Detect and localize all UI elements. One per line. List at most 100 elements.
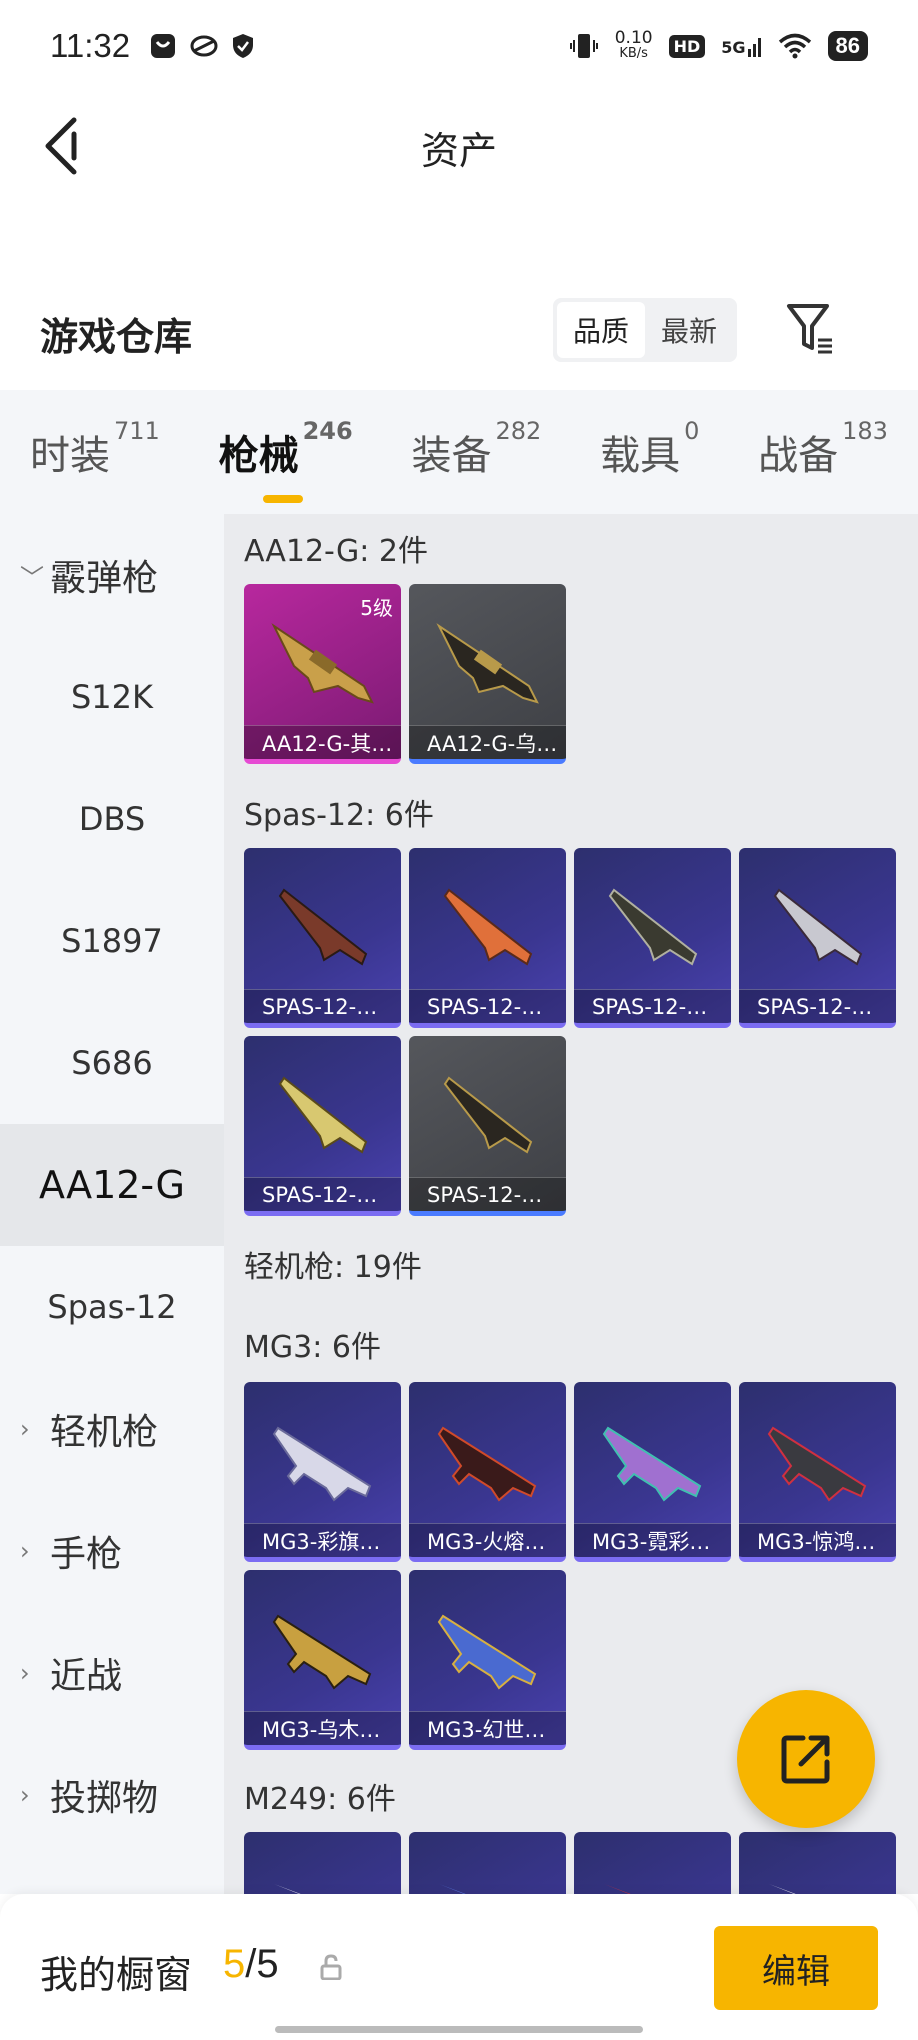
tab-fashion[interactable]: 时装711 [30,417,160,481]
sidebar-item-label: Spas-12 [47,1288,177,1326]
showcase-total: 5 [256,1942,279,1986]
section-title: AA12-G: 2件 [244,534,428,569]
sort-newest-button[interactable]: 最新 [645,302,733,358]
weapon-icon [602,1426,702,1502]
showcase-separator: / [245,1942,257,1986]
sidebar-item-label: S1897 [61,922,163,960]
item-card[interactable]: MG3-乌木… [244,1570,401,1750]
item-card[interactable]: MG3-霓彩… [574,1382,731,1562]
filter-icon[interactable] [786,302,836,358]
item-card[interactable]: SPAS-12-… [244,1036,401,1216]
chevron-right-icon: › [20,1659,30,1687]
sidebar-item-throwable[interactable]: › 投掷物 [0,1734,224,1856]
item-card[interactable]: MG3-火熔… [409,1382,566,1562]
item-card[interactable]: SPAS-12-… [409,1036,566,1216]
chevron-right-icon: › [20,1415,30,1443]
sort-quality-button[interactable]: 品质 [557,302,645,358]
item-name: AA12-G-乌… [409,725,566,759]
weapon-icon [439,1884,499,1894]
sidebar-item-label: 霰弹枪 [50,558,159,599]
item-card[interactable]: MG3-惊鸿… [739,1382,896,1562]
tab-label: 装备 [411,433,492,479]
weapon-icon [436,623,539,704]
share-button[interactable] [737,1690,875,1828]
net-speed-value: 0.10 [614,28,653,48]
sidebar-item-s686[interactable]: S686 [0,1002,224,1124]
sidebar-item-lmg[interactable]: › 轻机枪 [0,1368,224,1490]
weapon-icon [278,1076,368,1154]
sidebar-item-s12k[interactable]: S12K [0,636,224,758]
weapon-icon [604,1884,664,1894]
item-name: MG3-乌木… [244,1711,401,1745]
tab-equipment[interactable]: 装备282 [411,417,541,481]
weapon-sidebar: ﹀ 霰弹枪 S12K DBS S1897 S686 AA12-G Spas-12 … [0,514,224,1894]
item-card[interactable]: SPAS-12-… [574,848,731,1028]
section-title: MG3: 6件 [244,1330,381,1365]
shield-icon [233,34,254,58]
net-speed: 0.10 KB/s [615,30,653,62]
item-card[interactable] [739,1832,896,1894]
item-card[interactable]: MG3-幻世… [409,1570,566,1750]
sidebar-item-dbs[interactable]: DBS [0,758,224,880]
item-name: SPAS-12-… [409,1177,566,1211]
weapon-icon [773,888,863,966]
sort-toggle: 品质 最新 [553,298,737,362]
sidebar-item-pistol[interactable]: › 手枪 [0,1490,224,1612]
signal-icon [747,38,761,57]
notification-icon [151,34,176,58]
status-bar: 11:32 0.10 KB/s HD 5G 86 [0,0,918,92]
vibrate-icon [569,34,598,58]
page-title: 资产 [420,128,497,173]
item-name: SPAS-12-… [574,989,731,1023]
sidebar-item-s1897[interactable]: S1897 [0,880,224,1002]
weapon-icon [443,888,533,966]
showcase-current: 5 [223,1942,246,1986]
item-card[interactable] [244,1832,401,1894]
home-indicator[interactable] [275,2026,643,2033]
hd-badge: HD [668,34,706,58]
sidebar-item-label: AA12-G [39,1163,185,1207]
sidebar-item-melee[interactable]: › 近战 [0,1612,224,1734]
warehouse-row: 游戏仓库 品质 最新 [0,288,918,378]
item-card[interactable]: AA12-G-乌… [409,584,566,764]
item-name: SPAS-12-… [409,989,566,1023]
item-name: AA12-G-其… [244,725,401,759]
tab-vehicles[interactable]: 载具0 [600,417,699,481]
item-name: MG3-彩旗… [244,1523,401,1557]
tab-count: 282 [495,417,542,445]
item-card[interactable]: SPAS-12-… [244,848,401,1028]
signal-5g: 5G [721,35,761,57]
tab-count: 711 [114,417,160,445]
item-card[interactable] [574,1832,731,1894]
signal-label: 5G [721,38,746,57]
tab-count: 246 [302,417,353,445]
item-card[interactable]: MG3-彩旗… [244,1382,401,1562]
sidebar-item-spas12[interactable]: Spas-12 [0,1246,224,1368]
item-card[interactable]: SPAS-12-… [739,848,896,1028]
sidebar-item-label: 近战 [50,1656,123,1697]
back-arrow-icon[interactable] [40,114,80,178]
weapon-icon [274,1884,334,1894]
section-title: 轻机枪: 19件 [244,1250,422,1285]
sidebar-item-shotgun[interactable]: ﹀ 霰弹枪 [0,514,224,636]
showcase-count: 5/5 [223,1942,279,1987]
sidebar-item-label: DBS [78,800,146,838]
showcase-label: 我的橱窗 [40,1953,193,1997]
item-card[interactable]: SPAS-12-… [409,848,566,1028]
weapon-icon [769,1884,829,1894]
weapon-icon [608,888,698,966]
item-name: MG3-幻世… [409,1711,566,1745]
item-card[interactable] [409,1832,566,1894]
weapon-icon [437,1614,537,1690]
edit-button[interactable]: 编辑 [714,1926,878,2010]
tab-firearms[interactable]: 枪械246 [218,417,353,503]
tab-supplies[interactable]: 战备183 [758,417,888,481]
item-name: MG3-霓彩… [574,1523,731,1557]
tab-label: 枪械 [218,433,299,479]
sidebar-item-label: S12K [70,678,153,716]
warehouse-title: 游戏仓库 [40,315,193,359]
sidebar-item-aa12g[interactable]: AA12-G [0,1124,224,1246]
page-header: 资产 [0,92,918,202]
sync-icon [190,35,218,57]
item-card[interactable]: 5级 AA12-G-其… [244,584,401,764]
